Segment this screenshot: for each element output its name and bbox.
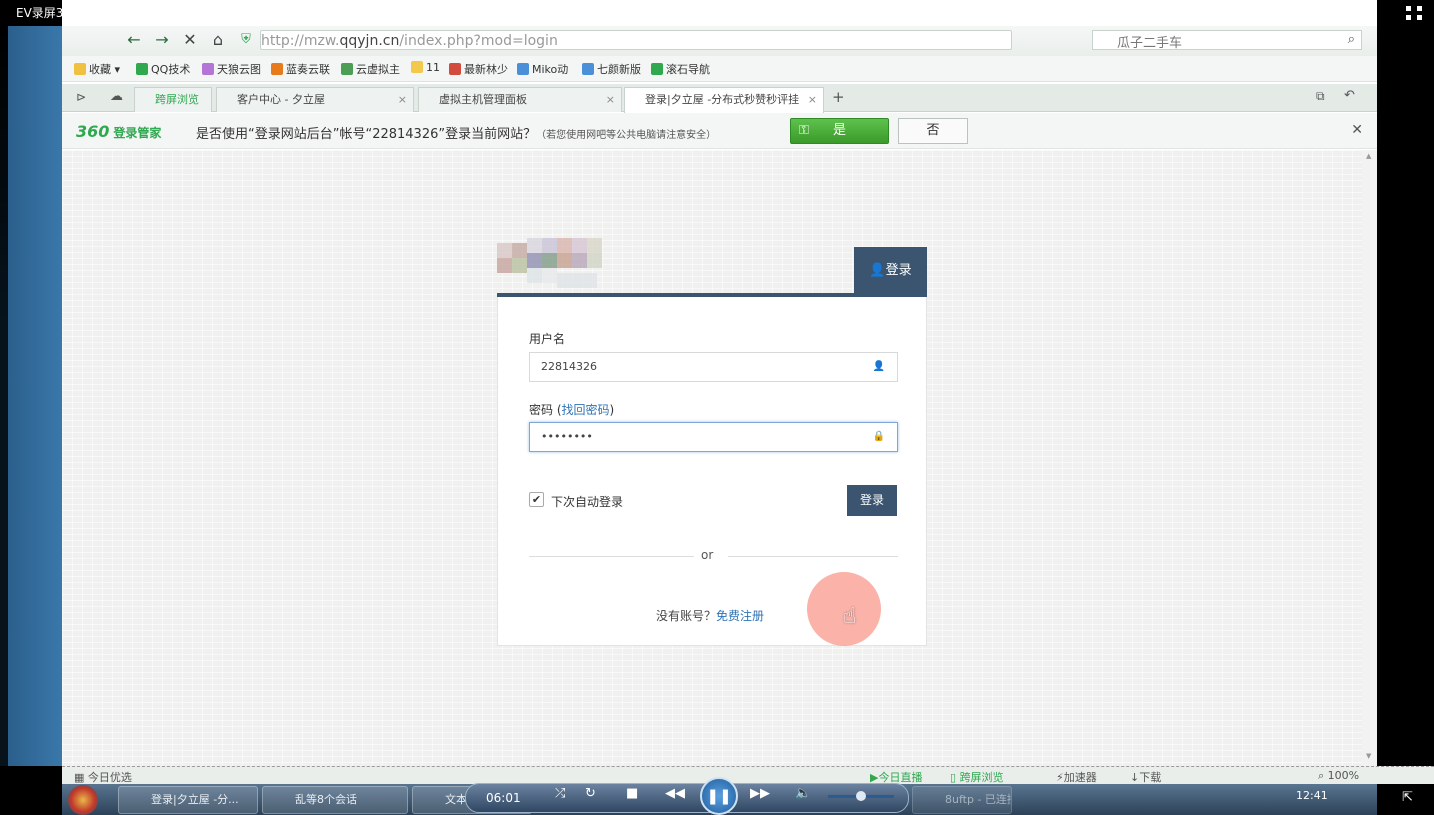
bookmark-item[interactable]: 滚石导航	[651, 61, 710, 77]
register-link[interactable]: 免费注册	[716, 609, 764, 623]
brand-360: 360	[76, 122, 110, 141]
tab-strip: ⊳ ☁ 跨屏浏览 客户中心 - 夕立屋 × 虚拟主机管理面板 × 登录|夕立屋 -分…	[62, 84, 1377, 113]
bookmark-item[interactable]: 蓝奏云联	[271, 61, 330, 77]
url-domain: qqyjn.cn	[339, 33, 400, 49]
tab-close-icon[interactable]: ×	[808, 88, 817, 112]
search-text: 瓜子二手车	[1117, 36, 1183, 51]
home-icon[interactable]: ⌂	[206, 29, 230, 51]
tab-customer-center[interactable]: 客户中心 - 夕立屋 ×	[216, 87, 414, 112]
undo-icon[interactable]: ↶	[1344, 88, 1355, 103]
hand-cursor-icon: ☝	[843, 604, 857, 629]
tab-vhost-panel[interactable]: 虚拟主机管理面板 ×	[418, 87, 622, 112]
new-tab-icon[interactable]: +	[832, 88, 845, 106]
url-prefix: http://mzw.	[261, 33, 340, 49]
user-icon: 👤	[869, 263, 886, 278]
register-prompt: 没有账号？免费注册	[656, 609, 765, 623]
cloud-icon[interactable]: ☁	[110, 89, 123, 104]
volume-knob[interactable]	[856, 791, 866, 801]
taskbar-item[interactable]: 乱等8个会话	[262, 786, 408, 814]
bookmark-item[interactable]: 11	[411, 61, 440, 74]
notification-note: （若您使用网吧等公共电脑请注意安全）	[536, 130, 717, 141]
key-icon: ⚿	[799, 123, 809, 138]
login-tab[interactable]: 👤登录	[854, 247, 927, 295]
bookmark-item[interactable]: 天狼云图	[202, 61, 261, 77]
rewind-icon[interactable]: ◀◀	[665, 786, 685, 801]
page-content: 👤登录 用户名 22814326 👤 密码 (找回密码) •••••••• 🔒 …	[62, 150, 1362, 766]
desktop-left-edge	[0, 26, 62, 766]
back-icon[interactable]: ←	[122, 29, 146, 51]
bookmark-item[interactable]: Miko动	[517, 61, 568, 77]
username-field[interactable]: 22814326 👤	[529, 352, 898, 382]
login-submit-button[interactable]: 登录	[847, 485, 897, 516]
pause-button[interactable]: ❚❚	[700, 777, 738, 815]
taskbar-item[interactable]: 登录|夕立屋 -分...	[118, 786, 258, 814]
shield-icon: ⛨	[241, 32, 251, 47]
forgot-password-link[interactable]: 找回密码	[562, 403, 610, 417]
bookmark-item[interactable]: 最新林少	[449, 61, 508, 77]
system-clock: 12:41	[1296, 789, 1328, 802]
browser-window: ← → ✕ ⌂ ⛨ http://mzw.qqyjn.cn/index.php?…	[62, 0, 1377, 766]
search-icon[interactable]: ⌕	[1348, 32, 1355, 47]
login-panel: 用户名 22814326 👤 密码 (找回密码) •••••••• 🔒 ✔ 下次…	[497, 297, 927, 646]
divider-right	[728, 556, 898, 557]
use-account-no-button[interactable]: 否	[898, 118, 968, 144]
repeat-icon[interactable]: ↻	[585, 786, 596, 801]
lock-icon: 🔒	[872, 431, 885, 442]
brand-sub: 登录管家	[113, 126, 162, 140]
user-icon: 👤	[872, 361, 885, 372]
zoom-level[interactable]: ⌕ 100%	[1318, 769, 1359, 783]
player-controls	[465, 783, 909, 813]
start-button[interactable]	[68, 785, 98, 815]
player-corner: ⇱	[1377, 784, 1434, 815]
player-right-edge	[1377, 26, 1434, 766]
bookmark-item[interactable]: 收藏 ▾	[74, 61, 120, 77]
stop-icon[interactable]: ■	[626, 786, 638, 801]
login-manager-bar: 360 登录管家 是否使用“登录网站后台”帐号“22814326”登录当前网站？（…	[62, 113, 1377, 149]
sidebar-toggle-icon[interactable]: ⊳	[76, 90, 86, 104]
exit-fullscreen-icon[interactable]: ⇱	[1402, 790, 1413, 805]
status-download[interactable]: ↓下载	[1130, 769, 1161, 785]
volume-icon[interactable]: 🔈	[795, 786, 811, 801]
restore-tab-icon[interactable]: ⧉	[1316, 89, 1325, 104]
tab-close-icon[interactable]: ×	[606, 88, 615, 112]
password-label: 密码 (找回密码)	[529, 403, 615, 417]
tab-cross-screen[interactable]: 跨屏浏览	[134, 87, 212, 112]
tab-close-icon[interactable]: ×	[398, 88, 407, 112]
tab-login-active[interactable]: 登录|夕立屋 -分布式秒赞秒评挂 ×	[624, 87, 824, 113]
username-label: 用户名	[529, 332, 566, 346]
url-path: /index.php?mod=login	[399, 33, 558, 49]
use-account-yes-button[interactable]: ⚿ 是	[790, 118, 889, 144]
password-field[interactable]: •••••••• 🔒	[529, 422, 898, 452]
fast-forward-icon[interactable]: ▶▶	[750, 786, 770, 801]
remember-label: 下次自动登录	[551, 495, 624, 509]
browser-statusbar: ▦ 今日优选 ▶今日直播 ▯ 跨屏浏览 ⚡加速器 ↓下载 ⌕ 100%	[62, 766, 1434, 784]
bookmark-item[interactable]: 七颜新版	[582, 61, 641, 77]
or-separator: or	[701, 548, 714, 562]
fullscreen-icon[interactable]	[1406, 6, 1422, 20]
address-bar[interactable]: http://mzw.qqyjn.cn/index.php?mod=login	[260, 30, 1012, 50]
notification-message: 是否使用“登录网站后台”帐号“22814326”登录当前网站？	[196, 127, 537, 142]
shuffle-icon[interactable]: ⤮	[555, 786, 565, 801]
stop-icon[interactable]: ✕	[178, 29, 202, 51]
bookmark-item[interactable]: QQ技术	[136, 61, 190, 77]
search-input[interactable]: 瓜子二手车 ⌕	[1092, 30, 1362, 51]
close-icon[interactable]: ✕	[1351, 122, 1363, 138]
forward-icon[interactable]: →	[150, 29, 174, 51]
today-picks[interactable]: ▦ 今日优选	[74, 769, 132, 785]
elapsed-time: 06:01	[486, 791, 521, 805]
page-scrollbar[interactable]: ▲ ▼	[1362, 150, 1377, 766]
gift-icon: ▦	[74, 771, 85, 784]
status-cross-screen[interactable]: ▯ 跨屏浏览	[950, 769, 1004, 785]
remember-checkbox[interactable]: ✔	[529, 492, 544, 507]
bookmark-item[interactable]: 云虚拟主	[341, 61, 400, 77]
taskbar-item[interactable]: 8uftp - 已连接到...	[912, 786, 1012, 814]
bookmarks-bar: 收藏 ▾ QQ技术 天狼云图 蓝奏云联 云虚拟主 11 最新林少 Miko动 七…	[62, 56, 1377, 82]
status-accelerator[interactable]: ⚡加速器	[1056, 769, 1097, 785]
divider-left	[529, 556, 694, 557]
site-logo-blurred	[497, 238, 647, 298]
